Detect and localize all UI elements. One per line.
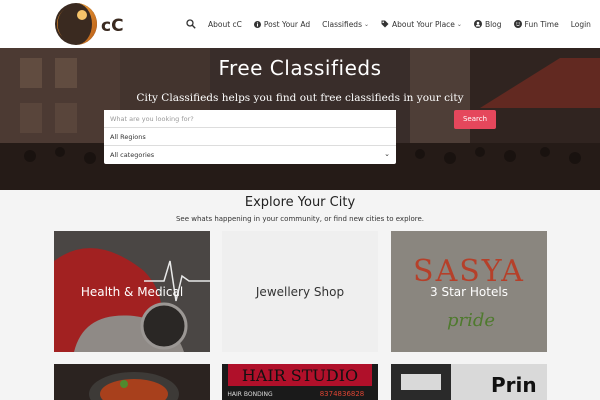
- card-image: [54, 364, 210, 400]
- card-label: 3 Star Hotels: [430, 284, 508, 299]
- search-toggle[interactable]: [186, 19, 196, 29]
- search-button[interactable]: Search: [454, 110, 496, 129]
- card-image: HAIR STUDIO HAIR BONDING 8374836828: [222, 364, 378, 400]
- category-card-hair-studio[interactable]: HAIR STUDIO HAIR BONDING 8374836828: [222, 364, 378, 400]
- svg-text:HAIR STUDIO: HAIR STUDIO: [242, 366, 358, 385]
- region-select-value: All Regions: [110, 133, 146, 141]
- search-input[interactable]: [104, 110, 396, 128]
- explore-title: Explore Your City: [244, 195, 356, 210]
- hero-title: Free Classifieds: [218, 56, 382, 80]
- chevron-down-icon: ⌄: [363, 20, 370, 28]
- search-icon[interactable]: [186, 19, 196, 29]
- nav-post-ad[interactable]: Post Your Ad: [253, 19, 311, 29]
- category-card-3-star-hotels[interactable]: SASYA pride 3 Star Hotels: [391, 231, 547, 352]
- nav-blog-label: Blog: [484, 19, 502, 29]
- category-card-health-medical[interactable]: Health & Medical: [54, 231, 210, 352]
- nav-fun-time-label: Fun Time: [524, 19, 559, 29]
- top-navbar: cC About cC Post Your Ad Classifieds ⌄ A…: [0, 0, 600, 48]
- region-select[interactable]: All Regions: [104, 128, 396, 146]
- svg-text:HAIR BONDING: HAIR BONDING: [227, 391, 273, 398]
- site-logo[interactable]: cC: [55, 1, 127, 47]
- hero-banner: Free Classifieds City Classifieds helps …: [0, 48, 600, 190]
- nav-classifieds-label: Classifieds: [322, 19, 362, 29]
- category-card-printing[interactable]: Prin: [391, 364, 547, 400]
- smile-icon: [513, 20, 522, 28]
- nav-post-ad-label: Post Your Ad: [263, 19, 311, 29]
- search-form: All Regions All categories ⌄: [104, 110, 396, 164]
- nav-about-place[interactable]: About Your Place ⌄: [381, 20, 462, 29]
- chevron-down-icon: ⌄: [384, 150, 390, 158]
- svg-text:8374836828: 8374836828: [320, 390, 365, 398]
- category-select-value: All categories: [110, 151, 155, 159]
- card-image: Prin: [391, 364, 547, 400]
- card-label: Health & Medical: [80, 284, 184, 299]
- nav-about[interactable]: About cC: [208, 20, 242, 29]
- main-menu: About cC Post Your Ad Classifieds ⌄ Abou…: [186, 0, 591, 48]
- category-select[interactable]: All categories ⌄: [104, 146, 396, 164]
- info-icon: [253, 20, 261, 28]
- hero-subtitle: City Classifieds helps you find out free…: [136, 92, 464, 104]
- category-card-food[interactable]: [54, 364, 210, 400]
- explore-subtitle: See whats happening in your community, o…: [175, 215, 424, 223]
- nav-classifieds[interactable]: Classifieds ⌄: [322, 20, 369, 29]
- nav-fun-time[interactable]: Fun Time: [513, 19, 559, 29]
- nav-about-place-label: About Your Place: [392, 19, 455, 29]
- user-icon: [473, 20, 482, 28]
- tag-icon: [381, 20, 389, 28]
- nav-blog[interactable]: Blog: [473, 19, 502, 29]
- category-card-jewellery-shop[interactable]: Jewellery Shop: [222, 231, 378, 352]
- nav-about-label: About cC: [208, 19, 242, 29]
- logo-text: cC: [101, 16, 124, 36]
- nav-login[interactable]: Login: [571, 20, 591, 29]
- card-label: Jewellery Shop: [255, 284, 345, 299]
- svg-text:Prin: Prin: [491, 373, 537, 397]
- chevron-down-icon: ⌄: [456, 20, 462, 28]
- nav-login-label: Login: [570, 19, 591, 29]
